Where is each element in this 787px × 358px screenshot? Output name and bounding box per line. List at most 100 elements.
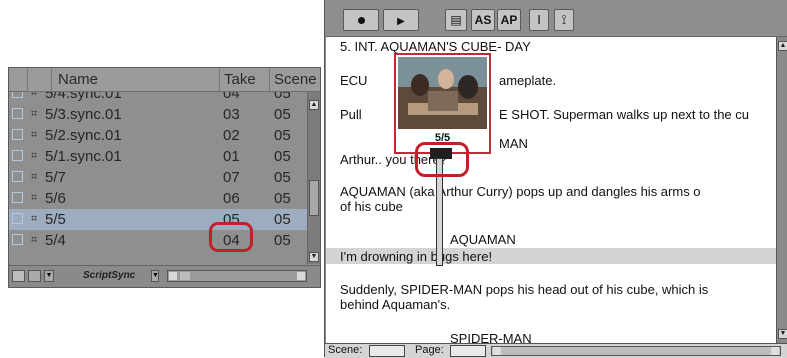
action-line[interactable]: AQUAMAN (aka Arthur Curry) pops up and d… — [340, 184, 701, 199]
checkbox-column-header[interactable] — [9, 68, 27, 91]
clip-scene: 05 — [274, 127, 291, 144]
clip-name: 5/5 — [45, 211, 66, 228]
clip-icon-column-header[interactable] — [27, 68, 51, 91]
marker-callout-ring — [415, 142, 469, 177]
bin-view-menu[interactable]: ScriptSync — [83, 270, 135, 281]
scene-heading[interactable]: 5. INT. AQUAMAN'S CUBE- DAY — [340, 39, 531, 54]
clip-icon: ⌗ — [31, 150, 38, 162]
scene-label: Scene: — [328, 344, 363, 356]
bin-footer: ▼ ScriptSync ▼ — [9, 265, 320, 287]
script-line[interactable]: ameplate. — [499, 73, 556, 88]
script-line[interactable]: Pull — [340, 107, 362, 122]
action-line[interactable]: Suddenly, SPIDER-MAN pops his head out o… — [340, 282, 708, 297]
row-checkbox[interactable] — [12, 129, 23, 140]
bin-row[interactable]: ⌗ 5/4.sync.01 04 05 — [9, 92, 307, 104]
text-cursor-icon: I — [537, 12, 541, 27]
script-horizontal-scrollbar[interactable] — [491, 346, 781, 356]
clip-take: 04 — [223, 92, 240, 102]
text-view-icon[interactable] — [28, 270, 41, 282]
bin-clip-list: ⌗ 5/4.sync.01 04 05 ⌗ 5/3.sync.01 03 05 … — [9, 92, 307, 264]
scroll-down-icon[interactable]: ▼ — [309, 252, 319, 262]
row-checkbox[interactable] — [12, 213, 23, 224]
clip-icon: ⌗ — [31, 129, 38, 141]
record-icon — [357, 17, 365, 24]
clip-icon: ⌗ — [31, 92, 38, 99]
clip-name: 5/7 — [45, 169, 66, 186]
script-line[interactable]: ECU — [340, 73, 367, 88]
clip-take: 03 — [223, 106, 240, 123]
as-button[interactable]: AS — [471, 9, 495, 31]
bin-vertical-scrollbar[interactable]: ▲ ▼ — [307, 92, 320, 264]
clip-take: 02 — [223, 127, 240, 144]
column-header-scene[interactable]: Scene — [269, 68, 320, 91]
list-icon: ▤ — [450, 13, 462, 27]
page-field[interactable] — [450, 345, 486, 357]
character-name[interactable]: AQUAMAN — [450, 232, 516, 247]
take-thumbnail-image — [398, 57, 487, 129]
row-checkbox[interactable] — [12, 150, 23, 161]
bin-scroll-thumb[interactable] — [309, 180, 319, 216]
scroll-right-icon[interactable] — [771, 347, 779, 355]
ap-button[interactable]: AP — [497, 9, 521, 31]
clip-scene: 05 — [274, 190, 291, 207]
split-cursor-icon: ⟟ — [561, 12, 567, 27]
scene-field[interactable] — [369, 345, 405, 357]
bin-row[interactable]: ⌗ 5/1.sync.01 01 05 — [9, 146, 307, 167]
bin-hscroll-thumb[interactable] — [180, 272, 190, 280]
view-menu-chevron-down-icon[interactable]: ▼ — [151, 270, 159, 282]
script-vertical-scrollbar[interactable]: ▲ ▼ — [776, 37, 787, 344]
clip-scene: 05 — [274, 92, 291, 102]
bin-row-selected[interactable]: ⌗ 5/5 05 05 — [9, 209, 307, 230]
script-line[interactable]: E SHOT. Superman walks up next to the cu — [499, 107, 749, 122]
clip-scene: 05 — [274, 169, 291, 186]
row-checkbox[interactable] — [12, 192, 23, 203]
column-header-take[interactable]: Take — [219, 68, 269, 91]
clip-icon: ⌗ — [31, 213, 38, 225]
script-toolbar: ▶ ▤ AS AP I ⟟ — [325, 0, 787, 37]
page-label: Page: — [415, 344, 444, 356]
bin-row[interactable]: ⌗ 5/6 06 05 — [9, 188, 307, 209]
bin-row[interactable]: ⌗ 5/3.sync.01 03 05 — [9, 104, 307, 125]
clip-name: 5/6 — [45, 190, 66, 207]
row-checkbox[interactable] — [12, 234, 23, 245]
character-name[interactable]: MAN — [499, 136, 528, 151]
scroll-up-icon[interactable]: ▲ — [778, 41, 787, 51]
play-icon: ▶ — [397, 16, 405, 27]
text-cursor-button[interactable]: I — [529, 9, 549, 31]
frame-view-icon[interactable] — [12, 270, 25, 282]
play-button[interactable]: ▶ — [383, 9, 419, 31]
bin-row[interactable]: ⌗ 5/7 07 05 — [9, 167, 307, 188]
action-line[interactable]: of his cube — [340, 199, 403, 214]
bin-panel: Name Take Scene ⌗ 5/4.sync.01 04 05 ⌗ 5/… — [8, 67, 321, 288]
row-checkbox[interactable] — [12, 92, 23, 98]
scroll-right-icon[interactable] — [297, 272, 305, 280]
clip-scene: 05 — [274, 106, 291, 123]
bin-menu-icon[interactable]: ▼ — [44, 270, 54, 282]
clip-icon: ⌗ — [31, 108, 38, 120]
take-callout-ring — [209, 222, 253, 252]
clip-scene: 05 — [274, 232, 291, 249]
clip-name: 5/4.sync.01 — [45, 92, 122, 102]
clip-scene: 05 — [274, 211, 291, 228]
bin-row[interactable]: ⌗ 5/4 04 05 — [9, 230, 307, 251]
clip-name: 5/1.sync.01 — [45, 148, 122, 165]
clip-icon: ⌗ — [31, 192, 38, 204]
split-cursor-button[interactable]: ⟟ — [554, 9, 574, 31]
bin-header: Name Take Scene — [9, 68, 320, 92]
row-checkbox[interactable] — [12, 171, 23, 182]
column-header-name[interactable]: Name — [51, 68, 219, 91]
scroll-left-icon[interactable] — [493, 347, 501, 355]
scroll-down-icon[interactable]: ▼ — [778, 329, 787, 339]
action-line[interactable]: behind Aquaman's. — [340, 297, 450, 312]
record-button[interactable] — [343, 9, 379, 31]
scroll-left-icon[interactable] — [169, 272, 177, 280]
bin-horizontal-scrollbar[interactable] — [167, 270, 307, 282]
bin-row[interactable]: ⌗ 5/2.sync.01 02 05 — [9, 125, 307, 146]
clip-take: 06 — [223, 190, 240, 207]
script-view-button[interactable]: ▤ — [445, 9, 467, 31]
row-checkbox[interactable] — [12, 108, 23, 119]
take-thumbnail-card[interactable]: 5/5 — [394, 53, 491, 154]
scroll-up-icon[interactable]: ▲ — [309, 100, 319, 110]
clip-name: 5/2.sync.01 — [45, 127, 122, 144]
dialogue-line[interactable]: I'm drowning in bugs here! — [340, 249, 492, 264]
